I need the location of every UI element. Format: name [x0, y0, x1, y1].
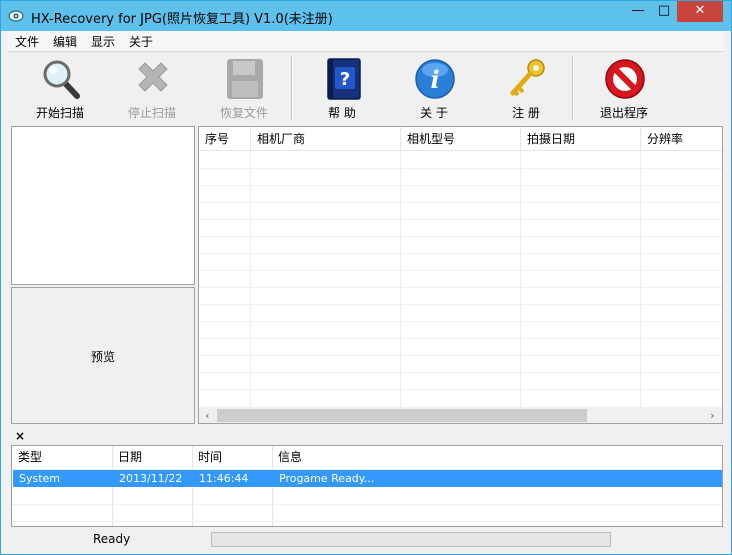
info-icon: i	[415, 59, 455, 99]
menu-file[interactable]: 文件	[15, 33, 39, 50]
photo-list-grid[interactable]: 序号 相机厂商 相机型号 拍摄日期 分辨率 ‹ ›	[198, 126, 723, 424]
magnifier-icon	[43, 60, 80, 99]
grid-divider	[640, 151, 641, 407]
drive-tree-panel[interactable]	[11, 126, 195, 285]
log-column-date[interactable]: 日期	[112, 446, 142, 468]
about-button[interactable]: i 关 于	[392, 52, 476, 126]
grid-divider	[199, 372, 722, 373]
log-divider	[12, 504, 722, 505]
grid-divider	[199, 338, 722, 339]
stop-x-icon	[138, 62, 168, 92]
grid-divider	[199, 168, 722, 169]
toolbar: 开始扫描 停止扫描 恢复文件 ? 帮 助 i 关 于 注 册 退出程序	[8, 51, 724, 125]
scroll-right-icon[interactable]: ›	[704, 407, 721, 423]
grid-divider	[199, 185, 722, 186]
log-column-time[interactable]: 时间	[192, 446, 222, 468]
title-bar: HX-Recovery for JPG(照片恢复工具) V1.0(未注册) — …	[1, 1, 731, 31]
log-panel: 类型 日期 时间 信息 System 2013/11/22 11:46:44 P…	[11, 445, 723, 527]
preview-label: 预览	[90, 350, 115, 364]
grid-divider	[199, 219, 722, 220]
menu-view[interactable]: 显示	[91, 33, 115, 50]
log-column-info[interactable]: 信息	[272, 446, 302, 468]
no-entry-icon	[605, 59, 645, 99]
column-header-resolution[interactable]: 分辨率	[641, 127, 722, 151]
recover-files-button[interactable]: 恢复文件	[202, 52, 286, 126]
grid-divider	[400, 151, 401, 407]
start-scan-label: 开始扫描	[35, 106, 84, 120]
column-header-camera-model[interactable]: 相机型号	[401, 127, 521, 151]
help-book-icon: ?	[327, 58, 361, 100]
scroll-thumb[interactable]	[217, 409, 587, 422]
app-window: HX-Recovery for JPG(照片恢复工具) V1.0(未注册) — …	[0, 0, 732, 555]
recover-disk-icon	[227, 59, 263, 99]
grid-divider	[199, 236, 722, 237]
log-divider	[12, 521, 722, 522]
help-button[interactable]: ? 帮 助	[300, 52, 384, 126]
status-text: Ready	[93, 532, 131, 546]
exit-label: 退出程序	[599, 106, 648, 120]
start-scan-button[interactable]: 开始扫描	[18, 52, 102, 126]
grid-header: 序号 相机厂商 相机型号 拍摄日期 分辨率	[199, 127, 722, 151]
grid-divider	[199, 253, 722, 254]
log-cell-time: 11:46:44	[199, 472, 249, 485]
log-close-icon[interactable]: ×	[15, 429, 25, 443]
svg-text:?: ?	[340, 69, 350, 90]
app-eye-icon	[8, 10, 24, 22]
grid-divider	[199, 355, 722, 356]
status-progress-bar	[211, 532, 611, 547]
grid-divider	[199, 202, 722, 203]
column-header-camera-maker[interactable]: 相机厂商	[251, 127, 401, 151]
column-header-shot-date[interactable]: 拍摄日期	[521, 127, 641, 151]
menu-bar: 文件 编辑 显示 关于	[8, 31, 724, 51]
grid-divider	[199, 287, 722, 288]
grid-divider	[199, 304, 722, 305]
minimize-button[interactable]: —	[625, 1, 651, 22]
stop-scan-button[interactable]: 停止扫描	[110, 52, 194, 126]
log-cell-type: System	[19, 472, 61, 485]
svg-text:i: i	[430, 65, 439, 94]
column-header-index[interactable]: 序号	[199, 127, 251, 151]
toolbar-separator	[291, 56, 293, 120]
grid-divider	[520, 151, 521, 407]
log-cell-date: 2013/11/22	[119, 472, 183, 485]
log-column-type[interactable]: 类型	[12, 446, 42, 468]
register-label: 注 册	[512, 106, 540, 120]
status-bar: Ready	[8, 531, 724, 549]
horizontal-scrollbar[interactable]: ‹ ›	[199, 407, 722, 423]
grid-divider	[250, 151, 251, 407]
menu-about[interactable]: 关于	[129, 33, 153, 50]
grid-divider	[199, 321, 722, 322]
register-button[interactable]: 注 册	[484, 52, 568, 126]
close-button[interactable]: ✕	[677, 1, 723, 22]
menu-edit[interactable]: 编辑	[53, 33, 77, 50]
grid-divider	[199, 270, 722, 271]
window-title: HX-Recovery for JPG(照片恢复工具) V1.0(未注册)	[31, 12, 333, 27]
help-label: 帮 助	[328, 106, 356, 120]
log-row[interactable]: System 2013/11/22 11:46:44 Progame Ready…	[13, 470, 722, 487]
preview-panel: 预览	[11, 287, 195, 424]
recover-files-label: 恢复文件	[219, 106, 268, 120]
exit-button[interactable]: 退出程序	[582, 52, 666, 126]
stop-scan-label: 停止扫描	[127, 106, 176, 120]
toolbar-separator	[572, 56, 574, 120]
maximize-button[interactable]: □	[651, 1, 677, 22]
grid-body	[199, 151, 722, 407]
scroll-left-icon[interactable]: ‹	[199, 407, 216, 423]
about-label: 关 于	[420, 106, 448, 120]
grid-divider	[199, 389, 722, 390]
key-icon	[510, 59, 545, 97]
log-cell-info: Progame Ready...	[279, 472, 375, 485]
